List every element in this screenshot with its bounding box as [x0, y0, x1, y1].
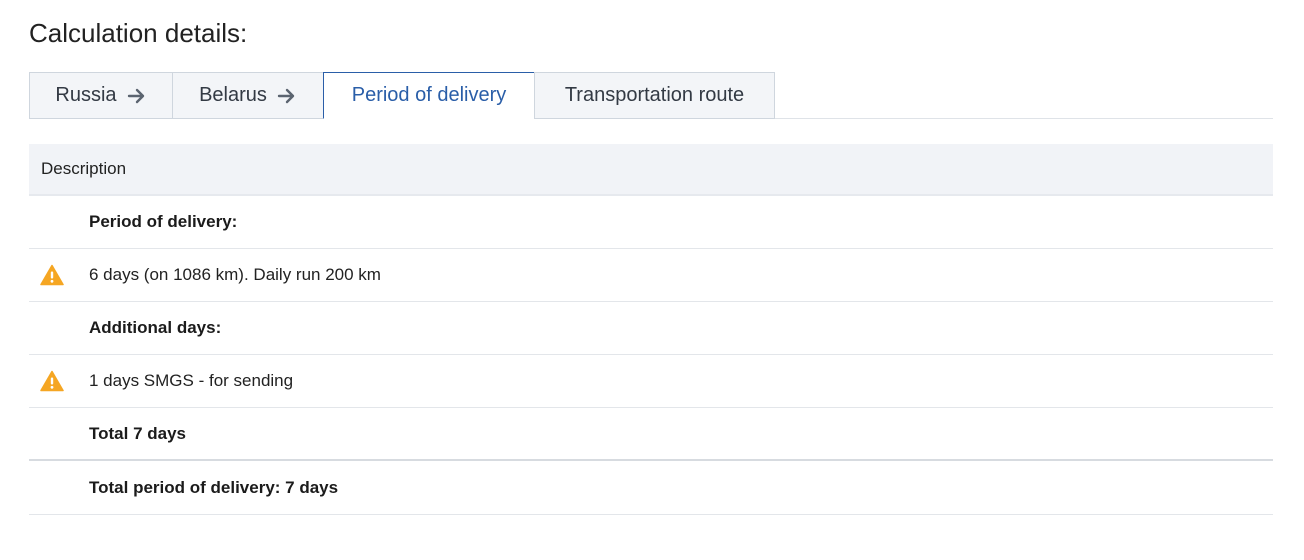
- table-row: Additional days:: [29, 302, 1273, 355]
- tab-belarus[interactable]: Belarus: [172, 72, 324, 119]
- tab-label: Russia: [55, 84, 117, 106]
- tab-bar: Russia Belarus Period of delivery Transp…: [29, 72, 1273, 119]
- tab-transportation-route[interactable]: Transportation route: [534, 72, 775, 119]
- arrow-right-icon: [127, 88, 144, 103]
- arrow-right-icon: [277, 88, 295, 103]
- row-text: Total 7 days: [89, 423, 186, 443]
- row-text: Additional days:: [89, 318, 222, 337]
- table-row: 1 days SMGS - for sending: [29, 355, 1273, 408]
- table-row-total: Total 7 days: [29, 408, 1273, 461]
- row-text: 1 days SMGS - for sending: [89, 371, 294, 390]
- tab-label: Period of delivery: [351, 84, 507, 106]
- row-text: Total period of delivery: 7 days: [89, 477, 339, 497]
- table-row: 6 days (on 1086 km). Daily run 200 km: [29, 249, 1273, 302]
- table-row-grand-total: Total period of delivery: 7 days: [29, 461, 1273, 515]
- column-header-description: Description: [41, 159, 127, 178]
- tab-label: Transportation route: [564, 84, 745, 106]
- row-text: 6 days (on 1086 km). Daily run 200 km: [89, 265, 381, 284]
- tab-russia[interactable]: Russia: [29, 72, 173, 119]
- table-header: Description: [29, 144, 1273, 196]
- warning-icon: [40, 264, 64, 286]
- description-table: Description Period of delivery: 6 days (…: [29, 144, 1273, 515]
- table-row: Period of delivery:: [29, 196, 1273, 249]
- row-text: Period of delivery:: [89, 212, 238, 231]
- tab-period-of-delivery[interactable]: Period of delivery: [323, 72, 535, 119]
- page-title: Calculation details:: [29, 18, 248, 48]
- warning-icon: [40, 370, 64, 392]
- tab-label: Belarus: [199, 84, 267, 106]
